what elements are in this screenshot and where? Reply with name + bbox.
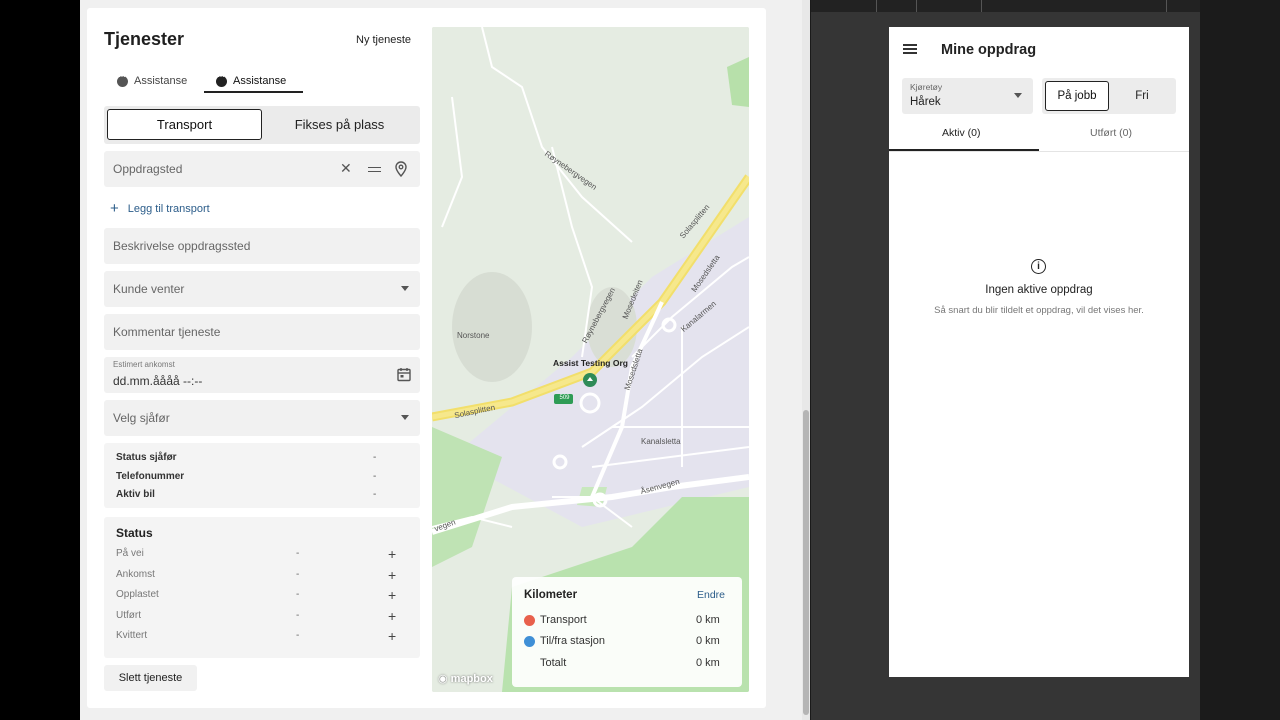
menu-icon[interactable]: [903, 44, 917, 54]
delete-service-button[interactable]: Slett tjeneste: [104, 665, 197, 691]
select-driver-select[interactable]: Velg sjåfør: [104, 400, 420, 436]
select-driver-placeholder: Velg sjåfør: [113, 411, 170, 425]
add-transport-link[interactable]: + Legg til transport: [110, 200, 210, 217]
empty-state-subtitle: Så snart du blir tildelt et oppdrag, vil…: [934, 305, 1144, 316]
mapbox-logo-icon: ◉: [438, 673, 448, 685]
tab-assistanse-1[interactable]: Assistanse: [117, 68, 187, 94]
station-color-dot: [524, 636, 535, 647]
tabs-divider: [889, 151, 1189, 152]
page-title: Tjenester: [104, 29, 185, 49]
fix-on-site-option[interactable]: Fikses på plass: [262, 109, 417, 140]
vehicle-label: Kjøretøy: [910, 82, 943, 92]
active-car-value: -: [373, 489, 377, 500]
more-dots-icon: [216, 71, 227, 87]
status-done-value: -: [296, 610, 300, 621]
add-on-way-icon[interactable]: +: [388, 547, 396, 561]
poi-label[interactable]: Assist Testing Org: [553, 358, 628, 368]
status-on-way-label: På vei: [116, 548, 144, 559]
status-receipted-value: -: [296, 630, 300, 641]
active-tab-indicator: [889, 149, 1039, 151]
status-uploaded-value: -: [296, 589, 300, 600]
chevron-down-icon: [401, 286, 409, 291]
add-arrival-icon[interactable]: +: [388, 568, 396, 582]
total-km-label: Totalt: [540, 657, 567, 669]
customer-waiting-select[interactable]: Kunde venter: [104, 271, 420, 307]
more-dots-icon: [117, 71, 128, 87]
transport-km-value: 0 km: [696, 614, 720, 626]
status-title: Status: [116, 526, 153, 540]
add-uploaded-icon[interactable]: +: [388, 588, 396, 602]
place-label-norstone: Norstone: [457, 331, 490, 340]
add-transport-label: Legg til transport: [127, 202, 210, 215]
active-tab-indicator: [204, 91, 303, 93]
device-toolbar: [811, 0, 1200, 12]
calendar-icon[interactable]: [397, 367, 411, 385]
station-km-label: Til/fra stasjon: [540, 635, 606, 647]
mobile-app-screen: [889, 27, 1189, 677]
status-arrival-value: -: [296, 569, 300, 580]
new-service-button[interactable]: Ny tjeneste: [356, 34, 411, 46]
add-done-icon[interactable]: +: [388, 609, 396, 623]
status-done-label: Utført: [116, 610, 141, 621]
window-edge-left: [0, 0, 80, 720]
on-duty-option[interactable]: På jobb: [1045, 81, 1109, 111]
mission-place-field[interactable]: Oppdragsted ✕: [104, 151, 420, 187]
empty-state-title: Ingen aktive oppdrag: [985, 284, 1093, 296]
vehicle-value: Hårek: [910, 96, 941, 108]
mapbox-attribution[interactable]: ◉ mapbox: [438, 672, 493, 685]
kilometer-title: Kilometer: [524, 589, 578, 601]
estimated-arrival-field[interactable]: Estimert ankomst dd.mm.åååå --:--: [104, 357, 420, 393]
mobile-page-title: Mine oppdrag: [941, 42, 1037, 58]
service-comment-placeholder: Kommentar tjeneste: [113, 325, 221, 339]
status-receipted-label: Kvittert: [116, 630, 148, 641]
tab-completed-missions[interactable]: Utført (0): [1090, 127, 1132, 139]
phone-label: Telefonummer: [116, 471, 185, 482]
mapbox-attribution-text: mapbox: [450, 673, 493, 685]
estimated-arrival-label: Estimert ankomst: [113, 360, 175, 369]
route-shield-label: 509: [559, 395, 570, 401]
plus-icon: +: [110, 200, 119, 217]
window-edge-right: [1200, 0, 1280, 720]
customer-waiting-placeholder: Kunde venter: [113, 282, 185, 296]
active-car-label: Aktiv bil: [116, 489, 155, 500]
transport-color-dot: [524, 615, 535, 626]
estimated-arrival-value[interactable]: dd.mm.åååå --:--: [113, 374, 202, 388]
mission-place-input[interactable]: Oppdragsted: [113, 162, 182, 176]
transport-option[interactable]: Transport: [107, 109, 262, 140]
info-icon: i: [1031, 259, 1046, 274]
tab-active-missions[interactable]: Aktiv (0): [942, 127, 981, 139]
status-uploaded-label: Opplastet: [116, 589, 159, 600]
add-receipted-icon[interactable]: +: [388, 629, 396, 643]
reorder-icon[interactable]: [368, 167, 381, 172]
scrollbar-thumb[interactable]: [803, 410, 809, 715]
road-label-kanalsletta: Kanalsletta: [641, 437, 681, 446]
place-description-placeholder: Beskrivelse oppdragssted: [113, 239, 251, 253]
transport-km-label: Transport: [540, 614, 587, 626]
edit-kilometer-link[interactable]: Endre: [697, 589, 725, 601]
status-arrival-label: Ankomst: [116, 569, 155, 580]
total-km-value: 0 km: [696, 657, 720, 669]
status-on-way-value: -: [296, 548, 300, 559]
station-km-value: 0 km: [696, 635, 720, 647]
clear-icon[interactable]: ✕: [340, 160, 352, 177]
service-comment-field[interactable]: Kommentar tjeneste: [104, 314, 420, 350]
location-pin-icon[interactable]: [394, 161, 408, 180]
driver-status-value: -: [373, 452, 377, 463]
place-description-field[interactable]: Beskrivelse oppdragssted: [104, 228, 420, 264]
off-duty-option[interactable]: Fri: [1112, 81, 1172, 111]
chevron-down-icon: [401, 415, 409, 420]
chevron-down-icon: [1014, 93, 1022, 98]
driver-status-label: Status sjåfør: [116, 452, 177, 463]
phone-value: -: [373, 471, 377, 482]
tab-label: Assistanse: [233, 75, 287, 87]
tab-label: Assistanse: [134, 75, 188, 87]
